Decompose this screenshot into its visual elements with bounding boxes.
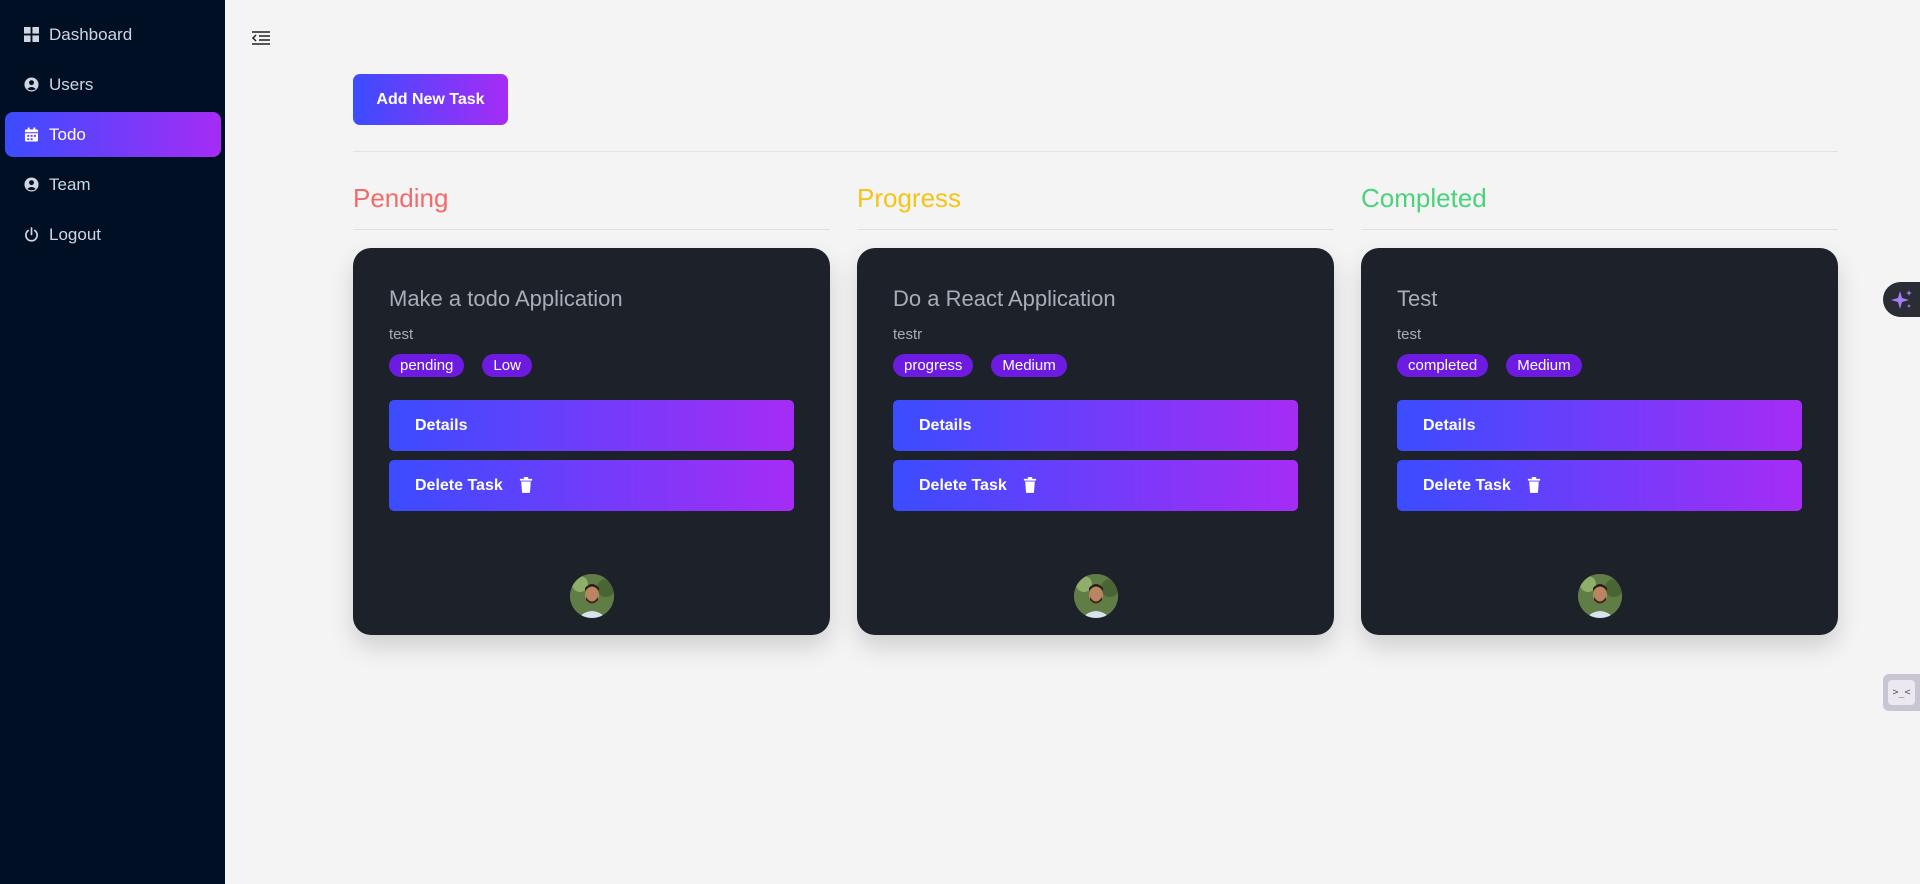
- trash-icon: [1527, 476, 1543, 495]
- details-button[interactable]: Details: [389, 400, 794, 451]
- column-completed: Completed Test test completed Medium Det…: [1361, 152, 1838, 635]
- avatar: [1073, 574, 1118, 618]
- task-badges: progress Medium: [893, 354, 1298, 377]
- priority-badge: Low: [482, 354, 532, 377]
- delete-task-button[interactable]: Delete Task: [1397, 460, 1802, 511]
- task-title: Do a React Application: [893, 286, 1116, 311]
- grid-icon: [23, 27, 39, 43]
- status-badge: completed: [1397, 354, 1489, 377]
- sidebar-item-logout[interactable]: Logout: [5, 212, 221, 257]
- avatar: [569, 574, 614, 618]
- sparkle-icon: [1890, 289, 1912, 309]
- calendar-icon: [23, 127, 39, 143]
- task-card: Test test completed Medium Details Delet…: [1361, 248, 1838, 635]
- trash-icon: [519, 476, 535, 495]
- delete-task-button[interactable]: Delete Task: [893, 460, 1298, 511]
- sidebar-item-label: Todo: [49, 124, 86, 144]
- main-content: Add New Task Pending Make a todo Applica…: [353, 74, 1838, 635]
- task-description: test: [1397, 326, 1422, 343]
- terminal-label: >_<: [1892, 687, 1911, 698]
- column-title: Progress: [857, 152, 1334, 230]
- trash-icon: [1023, 476, 1039, 495]
- status-badge: pending: [389, 354, 465, 377]
- sidebar-item-todo[interactable]: Todo: [5, 112, 221, 157]
- column-title: Completed: [1361, 152, 1838, 230]
- terminal-widget-button[interactable]: >_<: [1883, 674, 1920, 711]
- task-title: Test: [1397, 286, 1438, 311]
- task-board: Pending Make a todo Application test pen…: [353, 152, 1838, 635]
- terminal-icon: >_<: [1888, 680, 1915, 705]
- task-description: test: [389, 326, 414, 343]
- task-card: Do a React Application testr progress Me…: [857, 248, 1334, 635]
- sidebar-item-label: Team: [49, 174, 91, 194]
- power-icon: [23, 227, 39, 243]
- details-button-label: Details: [919, 416, 972, 434]
- sidebar: Dashboard Users Todo Team Logout: [0, 0, 225, 884]
- menu-collapse-icon: [251, 31, 270, 45]
- user-circle-icon: [23, 77, 39, 93]
- avatar: [1577, 574, 1622, 618]
- ai-assistant-button[interactable]: [1883, 282, 1920, 317]
- sidebar-item-label: Logout: [49, 224, 101, 244]
- details-button-label: Details: [1423, 416, 1476, 434]
- priority-badge: Medium: [991, 354, 1067, 377]
- task-badges: pending Low: [389, 354, 794, 377]
- sidebar-item-users[interactable]: Users: [5, 62, 221, 107]
- column-progress: Progress Do a React Application testr pr…: [857, 152, 1334, 635]
- delete-button-label: Delete Task: [919, 476, 1007, 494]
- details-button[interactable]: Details: [1397, 400, 1802, 451]
- delete-button-label: Delete Task: [1423, 476, 1511, 494]
- details-button-label: Details: [415, 416, 468, 434]
- delete-task-button[interactable]: Delete Task: [389, 460, 794, 511]
- task-card: Make a todo Application test pending Low…: [353, 248, 830, 635]
- details-button[interactable]: Details: [893, 400, 1298, 451]
- status-badge: progress: [893, 354, 974, 377]
- sidebar-item-label: Dashboard: [49, 24, 133, 44]
- sidebar-item-dashboard[interactable]: Dashboard: [5, 12, 221, 57]
- sidebar-item-label: Users: [49, 74, 94, 94]
- priority-badge: Medium: [1506, 354, 1582, 377]
- task-description: testr: [893, 326, 923, 343]
- user-circle-icon: [23, 177, 39, 193]
- sidebar-item-team[interactable]: Team: [5, 162, 221, 207]
- column-pending: Pending Make a todo Application test pen…: [353, 152, 830, 635]
- sidebar-toggle-button[interactable]: [250, 28, 272, 48]
- delete-button-label: Delete Task: [415, 476, 503, 494]
- column-title: Pending: [353, 152, 830, 230]
- task-badges: completed Medium: [1397, 354, 1802, 377]
- task-title: Make a todo Application: [389, 286, 623, 311]
- add-new-task-button[interactable]: Add New Task: [353, 74, 508, 125]
